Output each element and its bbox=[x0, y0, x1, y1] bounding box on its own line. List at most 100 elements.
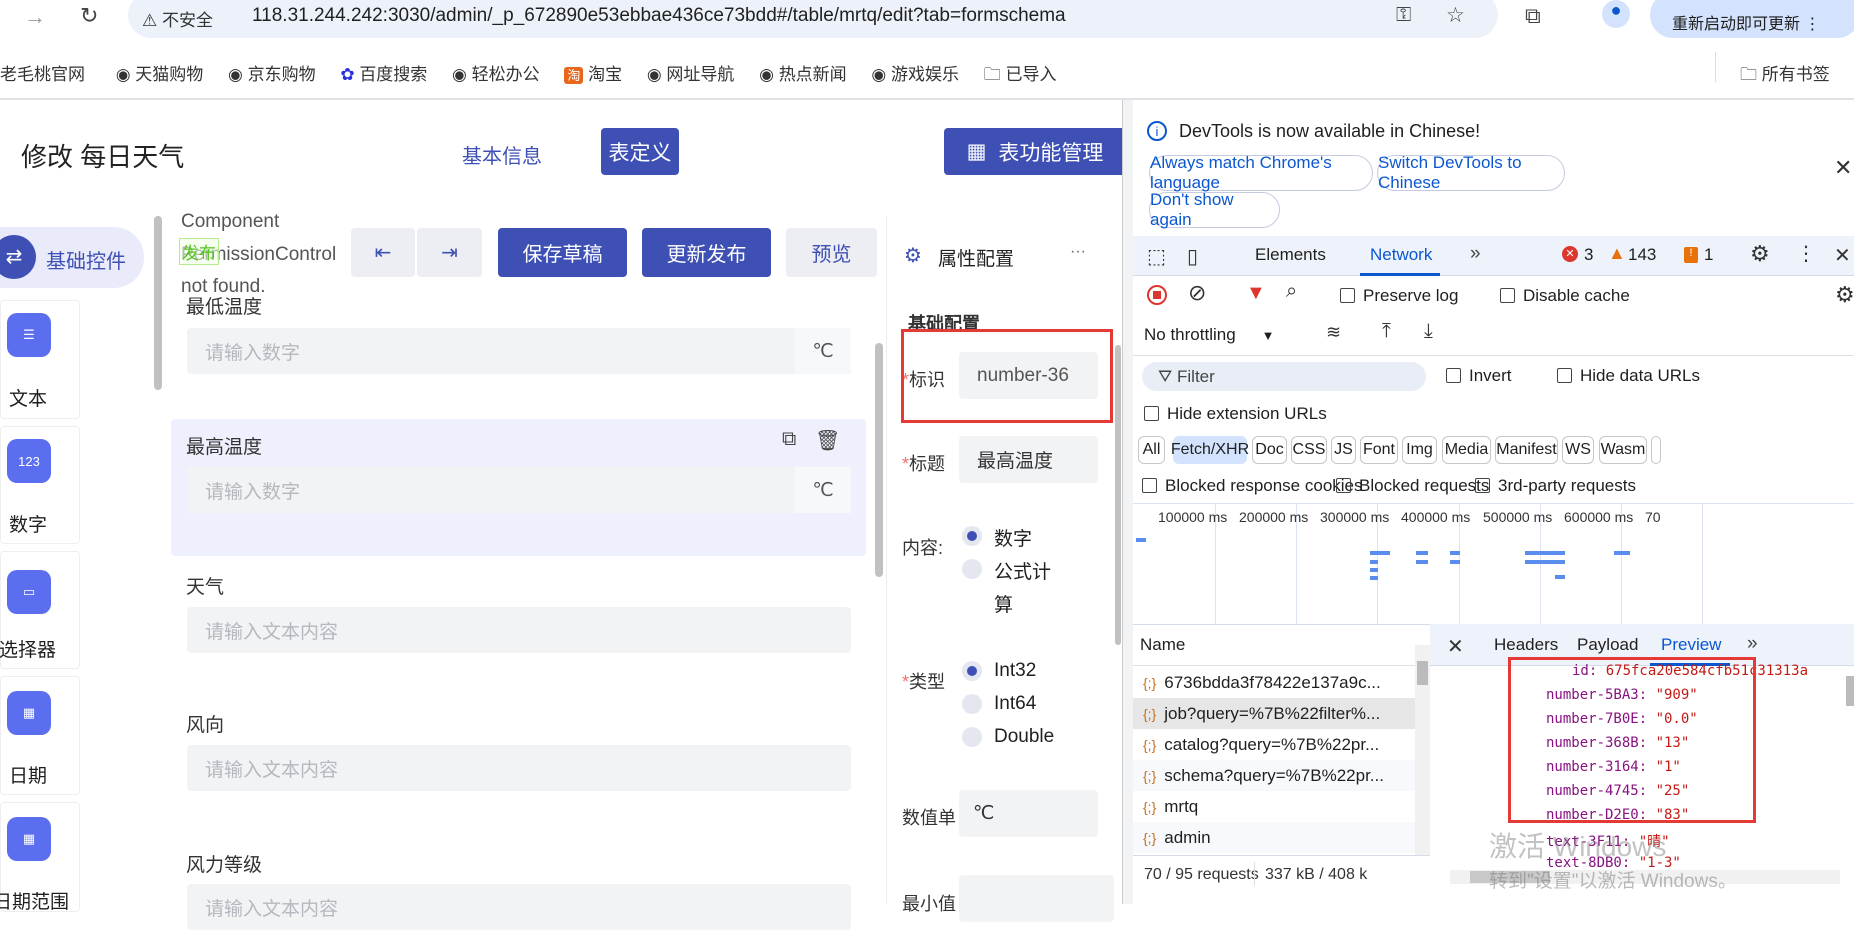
issue-count[interactable]: 1 bbox=[1704, 245, 1713, 265]
tab-preview[interactable]: Preview bbox=[1661, 635, 1721, 655]
request-row-selected[interactable]: {;} job?query=%7B%22filter%... bbox=[1133, 698, 1415, 729]
profile-avatar[interactable]: ● bbox=[1602, 0, 1630, 28]
tab-schema[interactable]: 表定义 bbox=[601, 128, 679, 175]
error-count[interactable]: 3 bbox=[1584, 245, 1593, 265]
kebab-menu-icon[interactable]: ⋮ bbox=[1796, 241, 1816, 266]
update-button[interactable]: 重新启动即可更新 ⋮ bbox=[1650, 0, 1854, 38]
type-chip-font[interactable]: Font bbox=[1360, 436, 1398, 464]
request-row[interactable]: {;} admin bbox=[1133, 822, 1415, 853]
sidebar-item-date[interactable]: ▦ 日期 bbox=[0, 676, 80, 795]
bookmark[interactable]: ◉ 游戏娱乐 bbox=[871, 65, 959, 84]
type-chip-media[interactable]: Media bbox=[1442, 436, 1491, 464]
bookmark[interactable]: ◉ 京东购物 bbox=[228, 65, 316, 84]
hide-data-urls-checkbox[interactable]: Hide data URLs bbox=[1557, 366, 1700, 386]
hide-extension-urls-checkbox[interactable]: Hide extension URLs bbox=[1144, 404, 1327, 424]
star-icon[interactable]: ☆ bbox=[1446, 3, 1465, 28]
copy-icon[interactable]: ⧉ bbox=[782, 428, 796, 451]
type-chip-css[interactable]: CSS bbox=[1291, 436, 1327, 464]
disable-cache-checkbox[interactable]: Disable cache bbox=[1500, 286, 1630, 306]
tab-network[interactable]: Network bbox=[1370, 245, 1432, 265]
type-chip-all[interactable]: All bbox=[1138, 436, 1165, 464]
radio-int32[interactable] bbox=[962, 661, 982, 681]
sidebar-item-text[interactable]: ☰ 文本 bbox=[0, 300, 80, 419]
blocked-cookies-checkbox[interactable]: Blocked response cookies bbox=[1142, 476, 1363, 496]
search-icon[interactable]: ⌕ bbox=[1286, 280, 1297, 303]
network-settings-icon[interactable]: ⚙ bbox=[1835, 282, 1854, 308]
collapse-right-button[interactable]: ⇥ bbox=[417, 228, 482, 277]
invert-checkbox[interactable]: Invert bbox=[1446, 366, 1512, 386]
switch-chinese-button[interactable]: Switch DevTools to Chinese bbox=[1377, 153, 1565, 192]
type-chip-fetch-xhr[interactable]: Fetch/XHR bbox=[1171, 436, 1249, 464]
settings-icon[interactable]: ⚙ bbox=[1750, 241, 1770, 267]
record-icon[interactable] bbox=[1147, 285, 1167, 305]
type-chip-ws[interactable]: WS bbox=[1562, 436, 1594, 464]
download-icon[interactable]: ⤓ bbox=[1424, 320, 1433, 343]
tab-basic-info[interactable]: 基本信息 bbox=[462, 140, 542, 169]
preview-button[interactable]: 预览 bbox=[786, 228, 877, 277]
min-temp-input[interactable]: 请输入数字 ℃ bbox=[187, 328, 851, 374]
reload-icon[interactable]: ↻ bbox=[80, 3, 98, 29]
type-chip-wasm[interactable]: Wasm bbox=[1599, 436, 1647, 464]
bookmark[interactable]: 淘 淘宝 bbox=[564, 65, 622, 84]
throttling-select[interactable]: No throttling ▼ bbox=[1144, 325, 1275, 345]
devtools-splitter[interactable] bbox=[1122, 100, 1133, 904]
inspect-icon[interactable]: ⬚ bbox=[1147, 244, 1166, 269]
tab-headers[interactable]: Headers bbox=[1494, 635, 1558, 655]
bookmark[interactable]: ◉ 热点新闻 bbox=[759, 65, 847, 84]
radio-int64[interactable] bbox=[962, 694, 982, 714]
filter-input[interactable]: ⛛ Filter bbox=[1142, 362, 1426, 391]
warning-count[interactable]: 143 bbox=[1628, 245, 1656, 265]
blocked-requests-checkbox[interactable]: Blocked requests bbox=[1336, 476, 1489, 496]
min-input[interactable] bbox=[959, 875, 1114, 922]
name-column-header[interactable]: Name bbox=[1140, 635, 1185, 655]
preview-scrollbar[interactable] bbox=[1846, 676, 1854, 706]
sidebar-group-basic[interactable]: ⇄ 基础控件 bbox=[0, 227, 144, 288]
bookmark[interactable]: ✿ 百度搜索 bbox=[340, 65, 427, 84]
request-row[interactable]: {;} 6736bdda3f78422e137a9c... bbox=[1133, 667, 1415, 698]
close-devtools-icon[interactable]: ✕ bbox=[1834, 243, 1851, 268]
close-detail-icon[interactable]: ✕ bbox=[1447, 634, 1464, 659]
device-icon[interactable]: ▯ bbox=[1187, 244, 1198, 269]
tab-elements[interactable]: Elements bbox=[1255, 245, 1326, 265]
extensions-icon[interactable]: ⧉ bbox=[1525, 3, 1541, 29]
request-row[interactable]: {;} catalog?query=%7B%22pr... bbox=[1133, 729, 1415, 760]
max-temp-input[interactable]: 请输入数字 ℃ bbox=[187, 467, 851, 513]
wind-direction-input[interactable]: 请输入文本内容 bbox=[187, 745, 851, 791]
filter-icon[interactable]: ▼ bbox=[1246, 282, 1266, 305]
request-row[interactable]: {;} schema?query=%7B%22pr... bbox=[1133, 760, 1415, 791]
forward-icon[interactable]: → bbox=[24, 4, 46, 30]
sidebar-item-selector[interactable]: ▭ 选择器 bbox=[0, 551, 80, 669]
radio-formula[interactable] bbox=[962, 559, 982, 579]
wind-level-input[interactable]: 请输入文本内容 bbox=[187, 884, 851, 930]
bookmark[interactable]: ◉ 网址导航 bbox=[647, 65, 735, 84]
more-detail-tabs-icon[interactable]: » bbox=[1747, 633, 1758, 655]
bookmark-folder[interactable]: 🗀 已导入 bbox=[984, 65, 1057, 84]
security-label[interactable]: ⚠ 不安全 bbox=[142, 6, 213, 31]
type-chip-manifest[interactable]: Manifest bbox=[1495, 436, 1558, 464]
type-chip-img[interactable]: Img bbox=[1402, 436, 1437, 464]
publish-button[interactable]: 更新发布 bbox=[642, 228, 771, 277]
clear-icon[interactable]: ⊘ bbox=[1188, 280, 1206, 306]
save-draft-button[interactable]: 保存草稿 bbox=[498, 228, 627, 277]
third-party-checkbox[interactable]: 3rd-party requests bbox=[1475, 476, 1636, 496]
sidebar-item-number[interactable]: 123 数字 bbox=[0, 426, 80, 544]
radio-number[interactable] bbox=[962, 526, 982, 546]
url-text[interactable]: 118.31.244.242:3030/admin/_p_672890e53eb… bbox=[252, 5, 1066, 27]
more-button[interactable]: ··· bbox=[1070, 243, 1086, 261]
preserve-log-checkbox[interactable]: Preserve log bbox=[1340, 286, 1458, 306]
request-list-scrollbar[interactable] bbox=[1415, 645, 1430, 855]
type-chip-more[interactable] bbox=[1651, 436, 1661, 464]
unit-input[interactable]: ℃ bbox=[959, 790, 1098, 837]
dont-show-button[interactable]: Don't show again bbox=[1149, 190, 1280, 229]
weather-input[interactable]: 请输入文本内容 bbox=[187, 607, 851, 653]
upload-icon[interactable]: ⤒ bbox=[1382, 320, 1391, 343]
radio-double[interactable] bbox=[962, 727, 982, 747]
key-icon[interactable]: ⚿ bbox=[1396, 4, 1411, 27]
close-banner-icon[interactable]: ✕ bbox=[1834, 155, 1852, 181]
props-scrollbar[interactable] bbox=[1115, 345, 1121, 645]
table-function-button[interactable]: ▦ 表功能管理 bbox=[944, 128, 1126, 175]
title-input[interactable]: 最高温度 bbox=[959, 436, 1098, 483]
tab-payload[interactable]: Payload bbox=[1577, 635, 1638, 655]
sidebar-item-date-range[interactable]: ▦ 日期范围 bbox=[0, 802, 80, 913]
address-bar[interactable]: ⚠ 不安全 118.31.244.242:3030/admin/_p_67289… bbox=[128, 0, 1498, 38]
